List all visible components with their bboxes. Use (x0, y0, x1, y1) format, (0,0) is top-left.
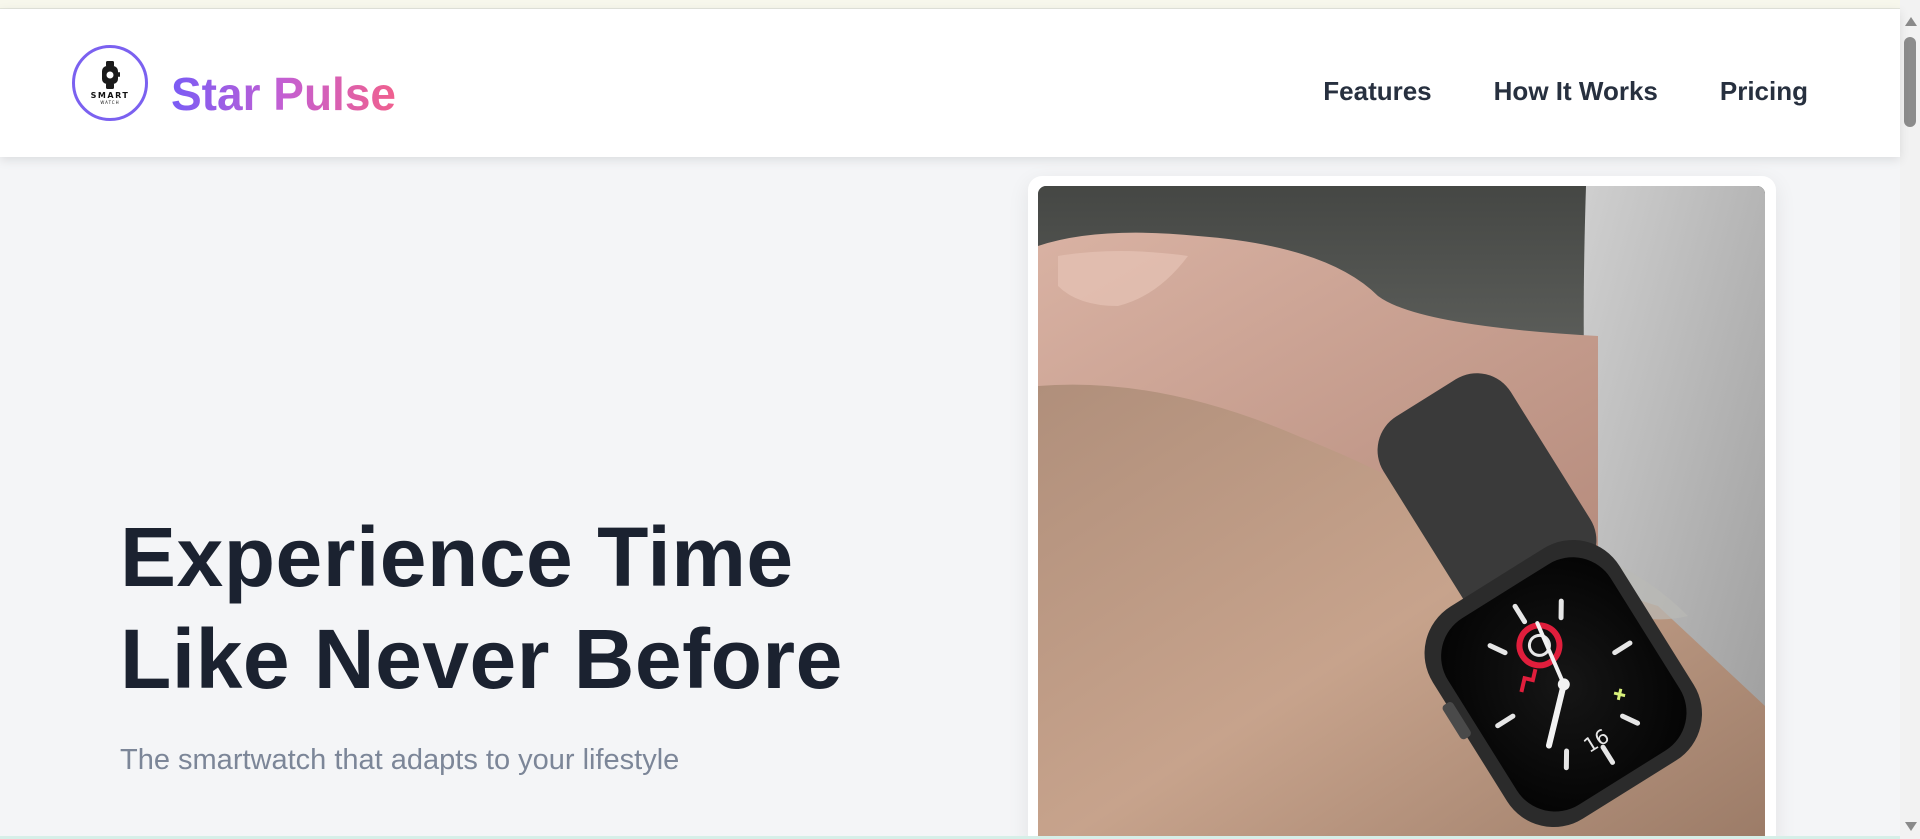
scroll-down-arrow-icon[interactable] (1905, 822, 1917, 831)
nav-link-features[interactable]: Features (1323, 75, 1431, 107)
logo-text-primary: SMART (90, 91, 130, 100)
smartwatch-wrist-photo: 16 (1038, 186, 1765, 839)
hero-title-line-2: Like Never Before (120, 612, 843, 706)
logo-text-secondary: WATCH (100, 100, 120, 105)
hero-title: Experience Time Like Never Before (120, 506, 843, 710)
scroll-thumb[interactable] (1904, 37, 1916, 127)
watch-icon (102, 61, 120, 89)
brand-name[interactable]: Star Pulse (171, 67, 396, 121)
main-nav: Features How It Works Pricing (1323, 75, 1808, 107)
brand-logo[interactable]: SMART WATCH (72, 45, 148, 121)
scroll-up-arrow-icon[interactable] (1905, 17, 1917, 26)
page-scrollbar[interactable] (1900, 0, 1920, 839)
navbar: SMART WATCH Star Pulse Features How It W… (0, 9, 1900, 157)
hero-subtitle: The smartwatch that adapts to your lifes… (120, 744, 680, 776)
hero-image-card: 16 (1028, 176, 1776, 839)
nav-link-pricing[interactable]: Pricing (1720, 75, 1808, 107)
hero-title-line-1: Experience Time (120, 510, 794, 604)
nav-link-how-it-works[interactable]: How It Works (1494, 75, 1658, 107)
hero-image: 16 (1038, 186, 1765, 839)
browser-top-strip (0, 0, 1900, 9)
